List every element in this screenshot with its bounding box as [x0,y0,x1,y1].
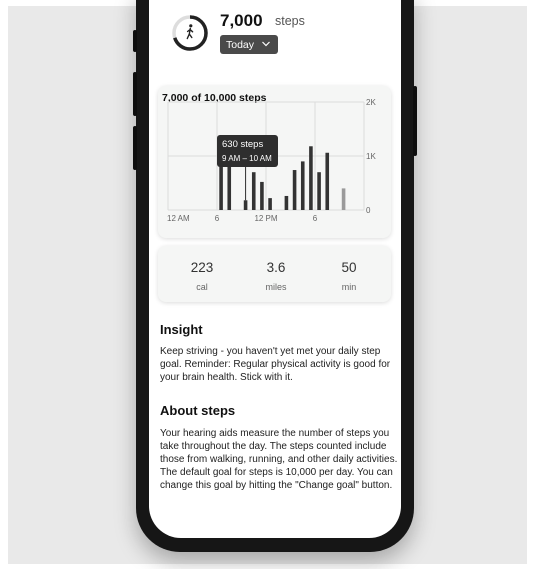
chart-bar [309,146,313,210]
x-tick-label: 6 [215,214,220,223]
chart-bar [268,198,272,210]
y-tick-label: 1K [366,152,376,161]
steps-bar-chart[interactable]: 2K 1K 0 12 AM 6 12 PM 6 [149,0,401,250]
chart-bar [292,170,297,210]
chart-tooltip: 630 steps 9 AM – 10 AM [217,135,278,167]
tooltip-time: 9 AM – 10 AM [222,154,272,163]
chart-bar [325,152,330,210]
chart-bar [243,200,248,210]
about-steps-text: Your hearing aids measure the number of … [160,428,398,491]
about-steps-heading: About steps [160,403,236,418]
tooltip-steps: 630 steps [222,139,264,150]
insight-text: Keep striving - you haven't yet met your… [160,346,391,383]
chart-bar [317,172,321,210]
phone-mute-switch [133,30,137,52]
phone-power-button [413,86,417,156]
chart-bar [219,165,223,210]
distance-value: 3.6 [266,260,286,275]
insight-heading: Insight [160,322,203,337]
y-tick-label: 2K [366,98,376,107]
chart-bar [284,195,289,210]
calories-label: cal [196,282,208,292]
x-tick-label: 12 AM [167,214,190,223]
chart-bar [341,188,346,210]
phone-volume-down [133,126,137,170]
x-tick-label: 6 [313,214,318,223]
distance-label: miles [265,282,287,292]
y-tick-label: 0 [366,206,371,215]
phone-volume-up [133,72,137,116]
active-minutes-label: min [341,282,357,292]
chart-bar [251,172,256,210]
phone-screen: 7,000 steps Today 7,000 of 10,000 steps … [149,0,401,538]
calories-value: 223 [190,260,214,275]
chart-bar [260,181,264,210]
x-tick-label: 12 PM [254,214,277,223]
active-minutes-value: 50 [341,260,357,275]
chart-bar [300,161,305,210]
